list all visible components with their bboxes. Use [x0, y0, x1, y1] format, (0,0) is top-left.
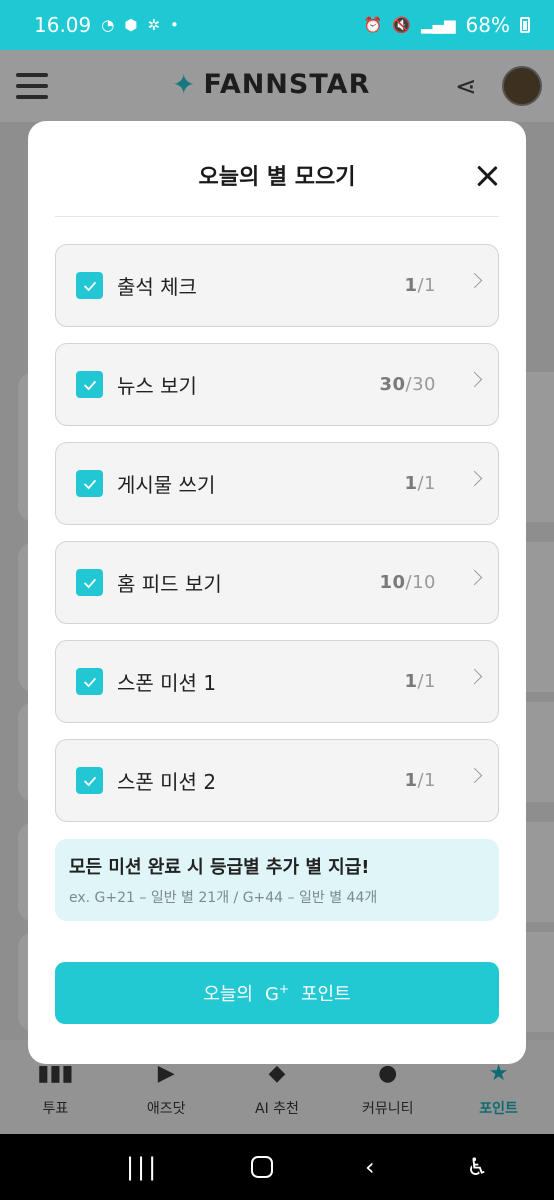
checkbox-checked-icon: [76, 272, 103, 299]
logo-star-icon: ✦: [172, 68, 196, 101]
checkbox-checked-icon: [76, 470, 103, 497]
home-icon[interactable]: [251, 1156, 274, 1178]
mission-progress: 1/1: [404, 275, 436, 296]
mission-label: 뉴스 보기: [117, 374, 197, 398]
modal-title: 오늘의 별 모으기: [198, 165, 356, 190]
status-bar: 16.09 ◔ ⬢ ✲ • ⏰ 🔇 ▂▄▆ 68%: [0, 0, 554, 50]
bar-chart-icon: ▮▮▮: [37, 1061, 74, 1086]
notice-subtitle: ex. G+21 – 일반 별 21개 / G+44 – 일반 별 44개: [69, 890, 378, 906]
checkbox-checked-icon: [76, 668, 103, 695]
brand-logo: ✦ FANNSTAR: [172, 68, 370, 101]
nav-label: AI 추천: [255, 1101, 299, 1117]
bonus-notice: 모든 미션 완료 시 등급별 추가 별 지급! ex. G+21 – 일반 별 …: [55, 839, 499, 921]
mission-label: 출석 체크: [117, 275, 197, 299]
mission-label: 스폰 미션 2: [117, 770, 217, 794]
cta-suffix: 포인트: [301, 984, 351, 1005]
notice-title: 모든 미션 완료 시 등급별 추가 별 지급!: [69, 857, 370, 878]
app-header: ✦ FANNSTAR ⋖: [0, 50, 554, 122]
mission-item[interactable]: 홈 피드 보기 10/10: [55, 541, 499, 624]
dot-icon: •: [170, 16, 179, 34]
avatar[interactable]: [502, 66, 542, 106]
play-icon: ▶: [157, 1061, 175, 1086]
chevron-right-icon: [466, 569, 483, 586]
nav-community[interactable]: ● 커뮤니티: [343, 1062, 433, 1134]
nav-vote[interactable]: ▮▮▮ 투표: [10, 1062, 100, 1134]
menu-icon[interactable]: [16, 73, 48, 99]
signal-icon: ▂▄▆: [420, 16, 456, 34]
system-nav-bar: ||| ‹ ♿: [0, 1134, 554, 1200]
cta-gplus: G+: [264, 981, 289, 1005]
mission-label: 게시물 쓰기: [117, 473, 216, 497]
mission-progress: 1/1: [404, 770, 436, 791]
notification-icon: ◔: [101, 16, 115, 34]
app-icon: ⬢: [124, 16, 138, 34]
star-collect-modal: 오늘의 별 모으기 출석 체크 1/1 뉴스 보기 30/30 게시물 쓰기 1…: [28, 121, 526, 1064]
divider: [55, 216, 499, 217]
nav-label: 포인트: [479, 1101, 518, 1117]
mission-label: 홈 피드 보기: [117, 572, 222, 596]
mission-label: 스폰 미션 1: [117, 671, 217, 695]
nav-label: 커뮤니티: [362, 1101, 414, 1117]
mission-item[interactable]: 스폰 미션 1 1/1: [55, 640, 499, 723]
mute-icon: 🔇: [392, 16, 411, 34]
checkbox-checked-icon: [76, 371, 103, 398]
checkbox-checked-icon: [76, 767, 103, 794]
cta-prefix: 오늘의: [203, 984, 253, 1005]
sync-icon: ✲: [147, 16, 161, 34]
chevron-right-icon: [466, 371, 483, 388]
mission-item[interactable]: 출석 체크 1/1: [55, 244, 499, 327]
mission-item[interactable]: 스폰 미션 2 1/1: [55, 739, 499, 822]
recent-apps-icon[interactable]: |||: [126, 1153, 159, 1181]
back-icon[interactable]: ‹: [365, 1153, 375, 1181]
mission-progress: 10/10: [379, 572, 436, 593]
accessibility-icon[interactable]: ♿: [466, 1153, 488, 1181]
chevron-right-icon: [466, 668, 483, 685]
chat-icon: ●: [378, 1061, 398, 1086]
checkbox-checked-icon: [76, 569, 103, 596]
nav-label: 투표: [42, 1101, 69, 1117]
mission-item[interactable]: 뉴스 보기 30/30: [55, 343, 499, 426]
chevron-right-icon: [466, 767, 483, 784]
brand-name: FANNSTAR: [203, 69, 371, 100]
ai-gem-icon: ◆: [268, 1061, 286, 1086]
share-icon[interactable]: ⋖: [455, 72, 477, 102]
alarm-icon: ⏰: [363, 16, 383, 34]
nav-ai[interactable]: ◆ AI 추천: [232, 1062, 322, 1134]
today-gplus-points-button[interactable]: 오늘의 G+ 포인트: [55, 962, 499, 1024]
nav-point[interactable]: ★ 포인트: [454, 1062, 544, 1134]
battery-percent: 68%: [465, 13, 510, 37]
mission-progress: 30/30: [379, 374, 436, 395]
mission-progress: 1/1: [404, 671, 436, 692]
status-time: 16.09: [34, 13, 92, 37]
mission-progress: 1/1: [404, 473, 436, 494]
nav-adsdot[interactable]: ▶ 애즈닷: [121, 1062, 211, 1134]
nav-label: 애즈닷: [146, 1101, 186, 1117]
star-icon: ★: [488, 1061, 509, 1086]
chevron-right-icon: [466, 272, 483, 289]
close-icon[interactable]: [472, 161, 502, 191]
mission-item[interactable]: 게시물 쓰기 1/1: [55, 442, 499, 525]
chevron-right-icon: [466, 470, 483, 487]
battery-icon: [520, 17, 530, 33]
